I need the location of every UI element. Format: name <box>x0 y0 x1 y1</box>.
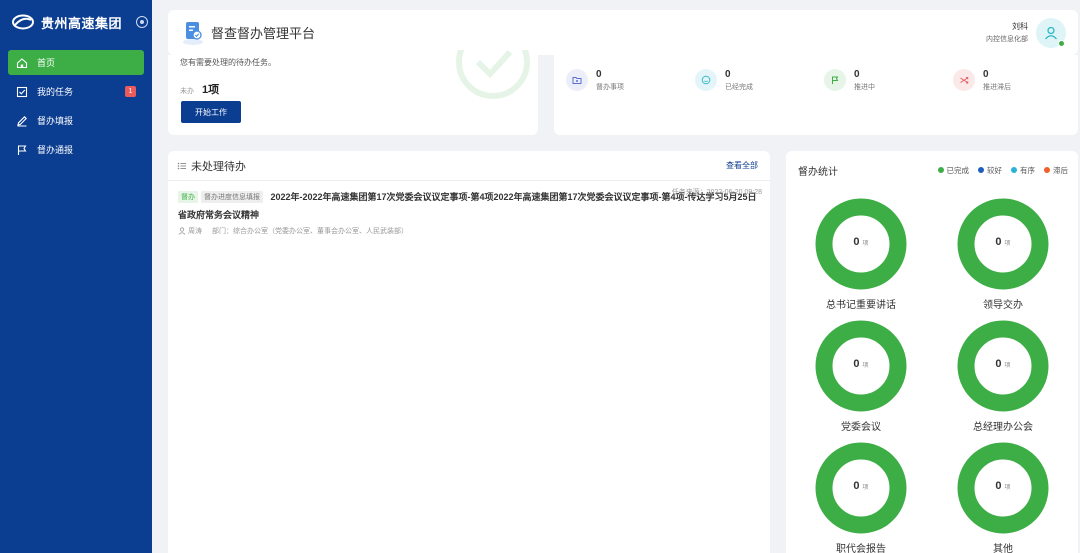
donut-label: 其他 <box>993 544 1013 553</box>
logo-icon <box>12 14 34 30</box>
legend-item: 有序 <box>1011 165 1035 176</box>
flag-icon <box>17 144 27 155</box>
sidebar-item-supervision-notice[interactable]: 督办通报 <box>8 137 144 162</box>
donut-value: 0项 <box>853 358 869 370</box>
sidebar-nav: 首页 我的任务 1 督办填报 督办通报 <box>0 50 152 162</box>
donut-value: 0项 <box>853 236 869 248</box>
online-status-dot <box>1058 39 1065 47</box>
pending-todo-card: 未处理待办 查看全部 督办 督办进度信息填报 2022年-2022年高速集团第17… <box>168 151 770 553</box>
donut-value: 0项 <box>995 358 1011 370</box>
task-dept: 部门：综合办公室（党委办公室、董事会办公室、人民武装部） <box>212 228 408 235</box>
donut-gm-meeting[interactable]: 0项 总经理办公会 <box>943 320 1063 433</box>
stat-label: 推进中 <box>854 84 875 91</box>
task-type-tag: 督办 <box>178 191 198 203</box>
task-stage-tag: 督办进度信息填报 <box>201 191 263 203</box>
donut-label: 总经理办公会 <box>973 422 1033 433</box>
sidebar-item-label: 督办填报 <box>37 116 74 126</box>
welcome-card: 您有需要处理的待办任务。 未办 1项 开始工作 <box>168 50 538 135</box>
person-icon <box>178 227 186 235</box>
collapse-icon[interactable] <box>136 16 149 28</box>
avatar[interactable] <box>1036 17 1066 48</box>
view-all-link[interactable]: 查看全部 <box>726 160 758 171</box>
stat-label: 推进滞后 <box>983 84 1011 91</box>
check-watermark-icon <box>456 50 530 99</box>
list-icon <box>177 162 186 169</box>
statistics-title: 督办统计 <box>798 166 838 178</box>
donut-value: 0项 <box>995 236 1011 248</box>
donut-label: 总书记重要讲话 <box>826 300 896 311</box>
donut-key-speech[interactable]: 0项 总书记重要讲话 <box>801 198 921 311</box>
donut-label: 职代会报告 <box>836 544 886 553</box>
brand-name: 贵州高速集团 <box>41 15 123 31</box>
stat-label: 已经完成 <box>725 84 753 91</box>
task-person: 周涛 <box>188 228 202 235</box>
sidebar-item-label: 督办通报 <box>37 145 74 155</box>
sidebar-item-label: 我的任务 <box>37 87 74 97</box>
shuffle-icon <box>953 69 975 91</box>
smile-icon <box>695 69 717 91</box>
stat-supervision-items[interactable]: 0 督办事项 <box>566 69 624 92</box>
stat-value: 0 <box>725 69 731 80</box>
donut-congress-report[interactable]: 0项 职代会报告 <box>801 442 921 553</box>
top-header: 督查督办管理平台 刘科 内控信息化部 <box>168 10 1078 55</box>
stat-value: 0 <box>983 69 989 80</box>
pending-label: 未办 <box>180 88 194 95</box>
flag-icon <box>824 69 846 91</box>
todo-header: 未处理待办 查看全部 <box>168 151 770 181</box>
legend-item: 已完成 <box>937 165 969 176</box>
legend-item: 滞后 <box>1044 165 1068 176</box>
brand: 贵州高速集团 <box>0 0 152 44</box>
stat-in-progress[interactable]: 0 推进中 <box>824 69 875 92</box>
app-logo-icon <box>183 21 203 45</box>
pending-count: 1项 <box>202 84 220 96</box>
checkbox-icon <box>16 86 28 97</box>
sidebar-item-supervision-report[interactable]: 督办填报 <box>8 108 144 133</box>
task-count-badge: 1 <box>125 86 136 97</box>
legend: 已完成 较好 有序 滞后 <box>929 165 1068 176</box>
user-name: 刘科 <box>1012 22 1028 31</box>
sidebar: 贵州高速集团 首页 我的任务 1 督办填报 督办通报 <box>0 0 152 553</box>
list-item[interactable]: 督办 督办进度信息填报 2022年-2022年高速集团第17次党委会议议定事项-第… <box>168 181 770 236</box>
donut-value: 0项 <box>853 480 869 492</box>
stat-label: 督办事项 <box>596 84 624 91</box>
legend-item: 较好 <box>978 165 1002 176</box>
task-title[interactable]: 2022年-2022年高速集团第17次党委会议议定事项-第4项2022年高速集团… <box>178 192 757 220</box>
donut-leader-assigned[interactable]: 0项 领导交办 <box>943 198 1063 311</box>
sidebar-item-my-tasks[interactable]: 我的任务 1 <box>8 79 144 104</box>
donut-value: 0项 <box>995 480 1011 492</box>
todo-title: 未处理待办 <box>191 160 246 173</box>
summary-stats-card: 0 督办事项 0 已经完成 0 推进中 0 推进滞后 <box>554 55 1078 135</box>
donut-other[interactable]: 0项 其他 <box>943 442 1063 553</box>
user-dept: 内控信息化部 <box>986 36 1028 43</box>
stat-delayed[interactable]: 0 推进滞后 <box>953 69 1011 92</box>
user-icon <box>1045 26 1057 39</box>
task-time: 任务来源：2022-06-20 09:28 <box>671 189 762 196</box>
welcome-message: 您有需要处理的待办任务。 <box>180 58 276 67</box>
user-info[interactable]: 刘科 内控信息化部 <box>986 21 1028 44</box>
sidebar-item-home[interactable]: 首页 <box>8 50 144 75</box>
donut-party-meeting[interactable]: 0项 党委会议 <box>801 320 921 433</box>
pending-summary: 未办 1项 <box>180 81 219 97</box>
task-meta: 周涛 部门：综合办公室（党委办公室、董事会办公室、人民武装部） <box>178 226 760 236</box>
page-title: 督查督办管理平台 <box>211 26 316 41</box>
stat-completed[interactable]: 0 已经完成 <box>695 69 753 92</box>
stat-value: 0 <box>596 69 602 80</box>
home-icon <box>16 57 28 68</box>
statistics-header: 督办统计 已完成 较好 有序 滞后 <box>786 151 1078 189</box>
folder-icon <box>566 69 588 91</box>
supervision-statistics-card: 督办统计 已完成 较好 有序 滞后 0项 总书记重要讲话 0项 领导交办 0项 … <box>786 151 1078 553</box>
stat-value: 0 <box>854 69 860 80</box>
donut-label: 党委会议 <box>841 422 881 433</box>
sidebar-item-label: 首页 <box>37 58 56 68</box>
start-work-button[interactable]: 开始工作 <box>181 101 241 123</box>
donut-label: 领导交办 <box>983 300 1023 311</box>
pen-icon <box>17 115 27 126</box>
